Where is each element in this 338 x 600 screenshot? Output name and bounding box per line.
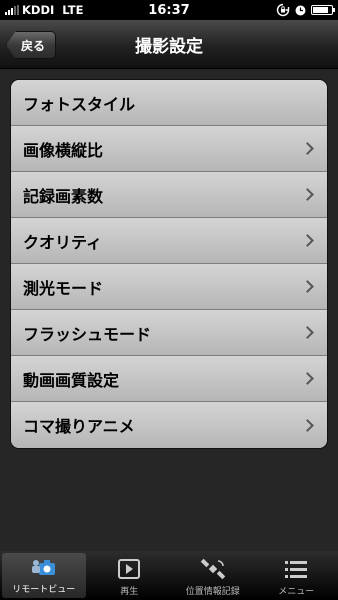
settings-row-label: 動画画質設定 [23, 370, 120, 390]
back-button[interactable]: 戻る [6, 31, 57, 59]
settings-row[interactable]: フォトスタイル [11, 80, 327, 126]
signal-strength-icon [5, 5, 19, 15]
settings-row-label: フラッシュモード [23, 324, 152, 344]
back-button-label: 戻る [21, 38, 46, 53]
tab-satellite[interactable]: 位置情報記録 [171, 551, 255, 600]
settings-row-label: 記録画素数 [23, 186, 104, 206]
battery-icon [311, 5, 335, 15]
play-icon [117, 556, 141, 582]
navigation-bar: 戻る 撮影設定 [0, 20, 338, 69]
chevron-right-icon [301, 326, 314, 339]
tab-label: リモートビュー [12, 585, 76, 595]
status-bar: KDDI LTE 16:37 [0, 0, 338, 20]
tab-label: 位置情報記録 [185, 587, 240, 597]
chevron-right-icon [301, 234, 314, 247]
chevron-right-icon [301, 418, 314, 432]
settings-row-label: コマ撮りアニメ [23, 417, 135, 436]
settings-list: フォトスタイル 画像横縦比記録画素数クオリティ測光モードフラッシュモード 動画画質設… [10, 79, 328, 449]
settings-row[interactable]: フラッシュモード [11, 310, 327, 356]
tab-label: メニュー [278, 587, 315, 597]
settings-row-label: クオリティ [23, 232, 103, 252]
tab-bar: リモートビュー 再生 位置情報記録 メニュー [0, 551, 338, 600]
tab-play[interactable]: 再生 [88, 551, 172, 600]
settings-row[interactable]: 記録画素数 [11, 172, 327, 218]
tab-menu[interactable]: メニュー [255, 551, 338, 600]
rotation-lock-icon [276, 3, 290, 17]
settings-row-label: 画像横縦比 [23, 140, 104, 160]
settings-row[interactable]: 動画画質設定 [11, 356, 327, 402]
page-title: 撮影設定 [135, 36, 203, 57]
settings-row-label: フォトスタイル [23, 94, 136, 114]
satellite-icon [199, 556, 227, 582]
menu-icon [284, 556, 308, 582]
settings-row[interactable]: コマ撮りアニメ [11, 402, 327, 448]
chevron-right-icon [301, 188, 314, 201]
camera-icon [29, 554, 59, 580]
settings-row[interactable]: クオリティ [11, 218, 327, 264]
carrier-name: KDDI [22, 3, 55, 17]
settings-row[interactable]: 画像横縦比 [11, 126, 327, 172]
network-type: LTE [62, 3, 84, 17]
alarm-icon [295, 5, 306, 15]
chevron-right-icon [301, 372, 314, 385]
tab-camera[interactable]: リモートビュー [2, 553, 86, 598]
tab-label: 再生 [120, 587, 139, 597]
chevron-right-icon [301, 280, 314, 293]
settings-row-label: 測光モード [23, 278, 104, 298]
settings-row[interactable]: 測光モード [11, 264, 327, 310]
chevron-right-icon [301, 142, 314, 155]
